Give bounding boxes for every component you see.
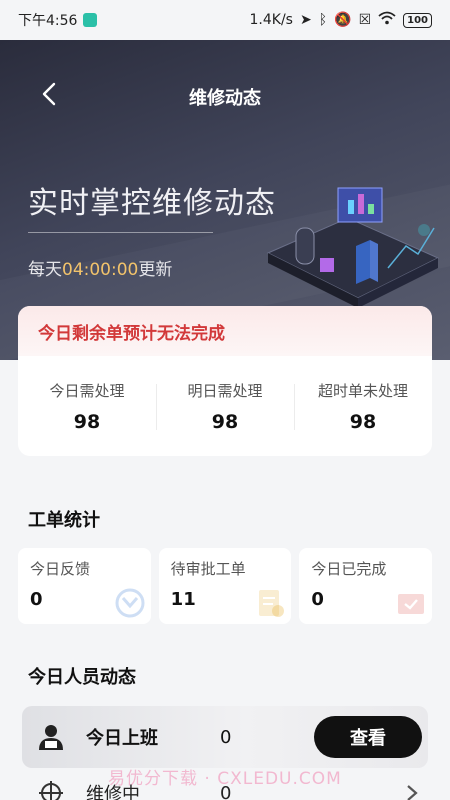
update-schedule: 每天04:00:00更新: [28, 260, 173, 280]
feedback-icon: [115, 588, 145, 618]
status-time: 下午4:56: [18, 13, 78, 29]
stat-label: 超时单未处理: [317, 381, 408, 400]
ticket-card-approval[interactable]: 待审批工单 11: [158, 548, 292, 624]
repairing-label: 维修中: [86, 784, 140, 800]
hero-divider: [28, 232, 213, 233]
stat-label: 明日需处理: [187, 381, 263, 400]
location-icon: ➤: [299, 12, 312, 28]
stat-today-pending[interactable]: 今日需处理 98: [18, 356, 156, 456]
repairing-count: 0: [220, 782, 232, 800]
stat-value: 98: [73, 410, 101, 433]
staff-section-title: 今日人员动态: [28, 667, 136, 688]
bluetooth-icon: ᛒ: [318, 12, 328, 28]
daily-summary-card: 今日剩余单预计无法完成 今日需处理 98 明日需处理 98 超时单未处理 98: [18, 306, 432, 456]
on-duty-row: 今日上班 0 查看: [22, 706, 428, 768]
ticket-label: 今日已完成: [311, 560, 387, 578]
warning-banner: 今日剩余单预计无法完成: [18, 306, 432, 356]
ticket-label: 待审批工单: [170, 560, 246, 578]
app-notification-icon: [83, 13, 98, 27]
sim-icon: ☒: [358, 12, 372, 28]
view-button[interactable]: 查看: [314, 716, 422, 758]
completed-box-icon: [398, 594, 425, 614]
stat-value: 98: [211, 410, 239, 433]
dashboard-illustration-icon: [266, 187, 440, 308]
chevron-right-icon: [407, 785, 418, 800]
wifi-icon: [378, 11, 396, 29]
network-speed: 1.4K/s: [249, 12, 293, 28]
worker-icon: [39, 725, 63, 750]
ticket-card-feedback[interactable]: 今日反馈 0: [18, 548, 151, 624]
ticket-card-completed[interactable]: 今日已完成 0: [299, 548, 433, 624]
on-duty-label: 今日上班: [86, 728, 158, 749]
stat-tomorrow-pending[interactable]: 明日需处理 98: [156, 356, 294, 456]
repair-target-icon: [39, 781, 63, 800]
ticket-stats-row: 今日反馈 0 待审批工单 11 今日已完成 0: [18, 548, 433, 624]
mute-icon: 🔕: [334, 12, 352, 28]
on-duty-count: 0: [220, 726, 232, 748]
stat-overdue-unprocessed[interactable]: 超时单未处理 98: [294, 356, 432, 456]
page-title: 维修动态: [189, 88, 261, 109]
ticket-label: 今日反馈: [30, 560, 91, 578]
stat-label: 今日需处理: [49, 381, 125, 400]
battery-icon: 100: [403, 12, 432, 28]
repairing-row[interactable]: 维修中 0: [22, 778, 428, 800]
stat-value: 98: [349, 410, 377, 433]
status-bar: 下午4:56 1.4K/s ➤ ᛒ 🔕 ☒ 100: [0, 0, 450, 40]
ticket-stats-title: 工单统计: [28, 510, 100, 531]
approval-doc-icon: [259, 590, 285, 617]
